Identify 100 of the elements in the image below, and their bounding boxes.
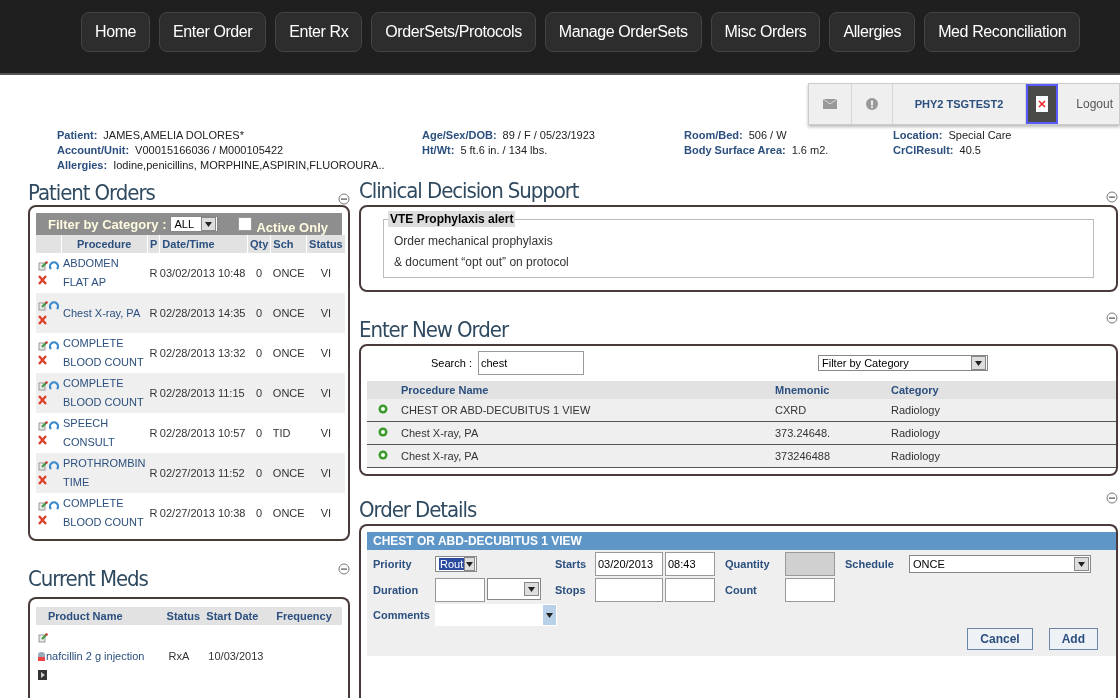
- edit-icon[interactable]: [38, 632, 48, 643]
- delete-icon[interactable]: [38, 315, 47, 325]
- table-cell: R: [147, 493, 160, 533]
- add-icon[interactable]: [378, 426, 388, 437]
- caret-icon[interactable]: [546, 612, 553, 618]
- procedure-link[interactable]: SPEECH CONSULT: [61, 413, 148, 453]
- table-cell: VI: [306, 293, 346, 333]
- collapse-icon[interactable]: [1106, 312, 1118, 324]
- refresh-icon[interactable]: [49, 461, 59, 471]
- add-icon[interactable]: [378, 403, 388, 414]
- edit-icon[interactable]: [38, 381, 48, 391]
- table-cell: 373246488: [773, 444, 889, 468]
- table-cell: TID: [270, 413, 307, 453]
- comments-field[interactable]: [435, 604, 557, 626]
- field-label: Count: [725, 584, 758, 596]
- count-field[interactable]: [785, 578, 835, 602]
- refresh-icon[interactable]: [49, 421, 59, 431]
- column-header: Procedure Name: [399, 381, 773, 399]
- column-header: Start Date: [206, 607, 277, 625]
- procedure-link[interactable]: PROTHROMBIN TIME: [61, 453, 148, 493]
- refresh-icon[interactable]: [49, 501, 59, 511]
- nav-button[interactable]: Home: [81, 12, 151, 52]
- user-name: PHY2 TSGTEST2: [914, 98, 1004, 110]
- date-field[interactable]: 03/20/2013: [595, 552, 663, 576]
- edit-icon[interactable]: [38, 301, 48, 311]
- table-cell: VI: [306, 493, 346, 533]
- checkbox[interactable]: [238, 217, 253, 231]
- delete-icon[interactable]: [38, 395, 47, 405]
- filter-label: Filter by Category :: [48, 216, 167, 232]
- column-header: Mnemonic: [773, 381, 889, 399]
- nav-button[interactable]: OrderSets/Protocols: [371, 12, 536, 52]
- edit-icon[interactable]: [38, 261, 48, 271]
- duration-field[interactable]: [435, 578, 485, 602]
- search-field[interactable]: chest: [477, 351, 584, 375]
- close-button[interactable]: [1026, 84, 1059, 124]
- nav-button[interactable]: Enter Rx: [275, 12, 363, 52]
- add-icon[interactable]: [378, 449, 388, 460]
- caret-icon[interactable]: [974, 360, 982, 366]
- close-icon[interactable]: [1036, 96, 1049, 112]
- edit-icon[interactable]: [38, 341, 48, 351]
- product-link[interactable]: nafcillin 2 g injection: [46, 646, 145, 666]
- collapse-icon[interactable]: [338, 193, 350, 205]
- nav-button[interactable]: Allergies: [829, 12, 916, 52]
- delete-icon[interactable]: [38, 515, 47, 525]
- procedure-link[interactable]: COMPLETE BLOOD COUNT: [61, 333, 148, 373]
- table-cell: 02/27/2013 10:38: [159, 493, 248, 533]
- patient-field: Room/Bed: 506 / W: [684, 129, 893, 141]
- collapse-icon[interactable]: [1106, 492, 1118, 504]
- table-cell: R: [147, 413, 160, 453]
- table-cell: 10/03/2013: [206, 625, 277, 687]
- table-cell: CHEST OR ABD-DECUBITUS 1 VIEW: [399, 399, 773, 422]
- caret-icon[interactable]: [466, 561, 474, 567]
- logout-link[interactable]: Logout: [1058, 84, 1119, 124]
- edit-icon[interactable]: [38, 501, 48, 511]
- nav-button[interactable]: Manage OrderSets: [544, 12, 702, 52]
- priority-select[interactable]: Rout: [435, 556, 477, 572]
- table-cell: VI: [306, 253, 346, 293]
- delete-icon[interactable]: [38, 475, 47, 485]
- refresh-icon[interactable]: [49, 381, 59, 391]
- nav-button[interactable]: Med Reconciliation: [924, 12, 1081, 52]
- caret-icon[interactable]: [205, 221, 213, 227]
- edit-icon[interactable]: [38, 421, 48, 431]
- refresh-icon[interactable]: [49, 341, 59, 351]
- section-title: Enter New Order: [359, 317, 508, 342]
- time-field[interactable]: [665, 578, 715, 602]
- procedure-link[interactable]: COMPLETE BLOOD COUNT: [61, 373, 148, 413]
- play-icon[interactable]: [38, 669, 47, 680]
- collapse-icon[interactable]: [1106, 191, 1118, 203]
- procedure-link[interactable]: Chest X-ray, PA: [61, 293, 148, 333]
- alert-icon[interactable]: [865, 98, 878, 110]
- result-row[interactable]: Chest X-ray, PA 373.24648. Radiology: [367, 421, 1116, 445]
- table-cell: 0: [247, 293, 271, 333]
- category-select[interactable]: Filter by Category: [817, 355, 988, 371]
- table-cell: 0: [247, 493, 271, 533]
- nav-button[interactable]: Enter Order: [159, 12, 267, 52]
- edit-icon[interactable]: [38, 461, 48, 471]
- mail-icon[interactable]: [822, 99, 837, 109]
- refresh-icon[interactable]: [49, 261, 59, 271]
- schedule-select[interactable]: ONCE: [909, 555, 1091, 573]
- procedure-link[interactable]: ABDOMEN FLAT AP: [61, 253, 148, 293]
- time-field[interactable]: 08:43: [665, 552, 715, 576]
- form-button[interactable]: Add: [1048, 628, 1098, 650]
- result-row[interactable]: CHEST OR ABD-DECUBITUS 1 VIEW CXRD Radiology: [367, 399, 1116, 422]
- form-button[interactable]: Cancel: [967, 628, 1033, 650]
- column-header: Frequency: [276, 607, 342, 625]
- caret-icon[interactable]: [1078, 561, 1085, 567]
- result-row[interactable]: Chest X-ray, PA 373246488 Radiology: [367, 444, 1116, 468]
- table-cell: 373.24648.: [773, 421, 889, 445]
- table-cell: VI: [306, 413, 346, 453]
- category-select[interactable]: ALL: [170, 216, 219, 232]
- delete-icon[interactable]: [38, 355, 47, 365]
- delete-icon[interactable]: [38, 435, 47, 445]
- nav-button[interactable]: Misc Orders: [710, 12, 821, 52]
- collapse-icon[interactable]: [338, 563, 350, 575]
- table-cell: CXRD: [773, 399, 889, 422]
- refresh-icon[interactable]: [49, 301, 59, 311]
- caret-icon[interactable]: [528, 586, 535, 592]
- delete-icon[interactable]: [38, 275, 47, 285]
- procedure-link[interactable]: COMPLETE BLOOD COUNT: [61, 493, 148, 533]
- date-field[interactable]: [595, 578, 663, 602]
